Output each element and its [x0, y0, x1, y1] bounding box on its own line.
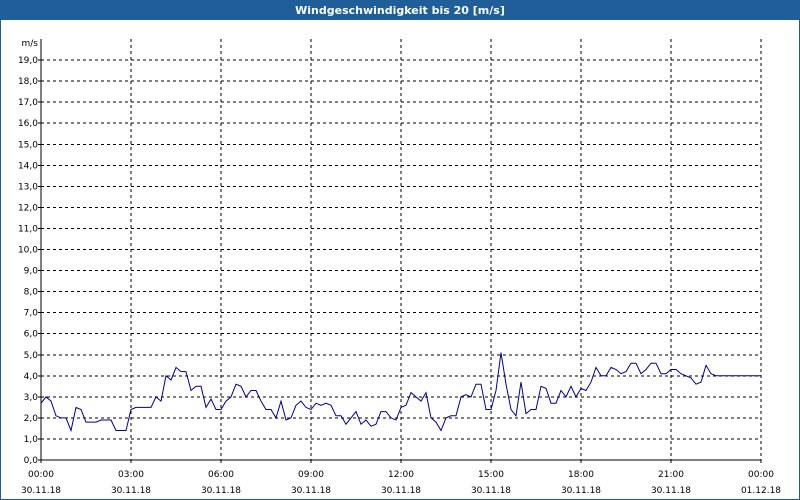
y-tick-label: 13,0 [18, 182, 38, 192]
y-tick-label: 10,0 [18, 246, 38, 256]
y-tick-label: 16,0 [18, 119, 38, 129]
y-tick-label: 17,0 [18, 98, 38, 108]
y-tick-label: 14,0 [18, 161, 38, 171]
y-tick-label: 3,0 [24, 393, 39, 403]
x-tick-date-label: 01.12.18 [741, 486, 781, 496]
x-tick-time-label: 00:00 [748, 470, 774, 480]
y-tick-label: 2,0 [24, 414, 39, 424]
y-tick-label: 5,0 [24, 351, 39, 361]
y-tick-label: 4,0 [24, 372, 39, 382]
x-tick-time-label: 09:00 [298, 470, 324, 480]
x-tick-time-label: 12:00 [388, 470, 414, 480]
x-tick-date-label: 30.11.18 [651, 486, 691, 496]
y-tick-label: 0,0 [24, 456, 39, 466]
y-tick-label: 15,0 [18, 140, 38, 150]
y-tick-label: 11,0 [18, 224, 38, 234]
x-tick-date-label: 30.11.18 [291, 486, 331, 496]
x-tick-time-label: 18:00 [568, 470, 594, 480]
x-tick-date-label: 30.11.18 [201, 486, 241, 496]
x-tick-date-label: 30.11.18 [381, 486, 421, 496]
x-axis-ticks: 00:00 30.11.18 03:00 30.11.18 06:00 30.11.18 0… [21, 460, 781, 496]
x-tick-date-label: 30.11.18 [561, 486, 601, 496]
y-tick-label: 18,0 [18, 77, 38, 87]
y-tick-label: 7,0 [24, 309, 39, 319]
x-tick-time-label: 06:00 [208, 470, 234, 480]
chart-window: Windgeschwindigkeit bis 20 [m/s] 0,0 1,0 2… [0, 0, 800, 500]
x-tick-date-label: 30.11.18 [21, 486, 61, 496]
x-tick-date-label: 30.11.18 [111, 486, 151, 496]
x-tick-time-label: 21:00 [658, 470, 684, 480]
y-tick-label: 1,0 [24, 435, 39, 445]
y-tick-label: 9,0 [24, 267, 39, 277]
x-tick-date-label: 30.11.18 [471, 486, 511, 496]
y-tick-label: 6,0 [24, 330, 39, 340]
y-tick-label: 19,0 [18, 56, 38, 66]
x-tick-time-label: 15:00 [478, 470, 504, 480]
chart-title: Windgeschwindigkeit bis 20 [m/s] [1, 1, 799, 20]
x-tick-time-label: 00:00 [28, 470, 54, 480]
x-tick-time-label: 03:00 [118, 470, 144, 480]
y-axis-ticks: 0,0 1,0 2,0 3,0 4,0 5,0 6,0 7,0 8,0 9,0 10,0 11,0 12… [18, 56, 41, 466]
y-tick-label: 12,0 [18, 203, 38, 213]
y-axis-label: m/s [22, 39, 39, 49]
grid [41, 39, 762, 460]
chart-area: 0,0 1,0 2,0 3,0 4,0 5,0 6,0 7,0 8,0 9,0 10,0 11,0 12… [18, 39, 781, 496]
y-tick-label: 8,0 [24, 288, 39, 298]
